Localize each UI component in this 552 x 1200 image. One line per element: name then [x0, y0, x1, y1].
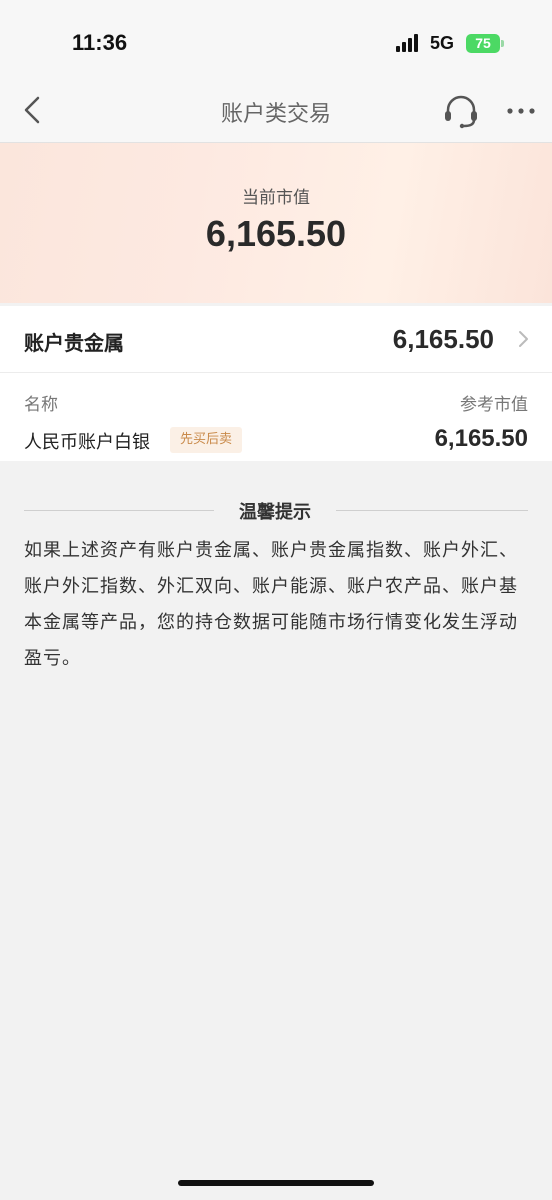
- section-title: 账户贵金属: [24, 331, 124, 355]
- item-value: 6,165.50: [434, 425, 528, 452]
- list-item[interactable]: 人民币账户白银 先买后卖 6,165.50: [0, 420, 552, 460]
- network-label: 5G: [430, 33, 455, 53]
- summary-card: 当前市值 6,165.50: [0, 143, 552, 303]
- tips-title: 温馨提示: [239, 502, 311, 523]
- column-header-name: 名称: [24, 395, 58, 415]
- item-name: 人民币账户白银: [24, 432, 150, 453]
- more-dots-icon: [507, 108, 535, 114]
- section-header[interactable]: 账户贵金属 6,165.50: [0, 306, 552, 373]
- precious-metal-section: 账户贵金属 6,165.50 名称 参考市值 人民币账户白银 先买后卖 6,16…: [0, 306, 552, 461]
- summary-label: 当前市值: [242, 188, 310, 208]
- divider-left: [24, 510, 214, 511]
- section-value: 6,165.50: [392, 324, 494, 354]
- divider-right: [336, 510, 528, 511]
- nav-bar: 账户类交易: [0, 80, 552, 143]
- customer-service-button[interactable]: [440, 90, 482, 132]
- status-time: 11:36: [72, 30, 128, 55]
- tips-body: 如果上述资产有账户贵金属、账户贵金属指数、账户外汇、账户外汇指数、外汇双向、账户…: [24, 540, 518, 669]
- home-indicator: [178, 1180, 374, 1186]
- headset-icon: [445, 95, 477, 129]
- summary-value: 6,165.50: [205, 213, 347, 254]
- item-badge: 先买后卖: [170, 427, 243, 453]
- battery-icon: 75: [466, 34, 500, 53]
- battery-tip: [501, 40, 504, 47]
- column-header-value: 参考市值: [460, 395, 528, 415]
- signal-icon: [396, 34, 420, 52]
- chevron-right-icon: [519, 331, 528, 347]
- more-button[interactable]: [500, 90, 542, 132]
- status-bar: 11:36 5G 75: [0, 0, 552, 80]
